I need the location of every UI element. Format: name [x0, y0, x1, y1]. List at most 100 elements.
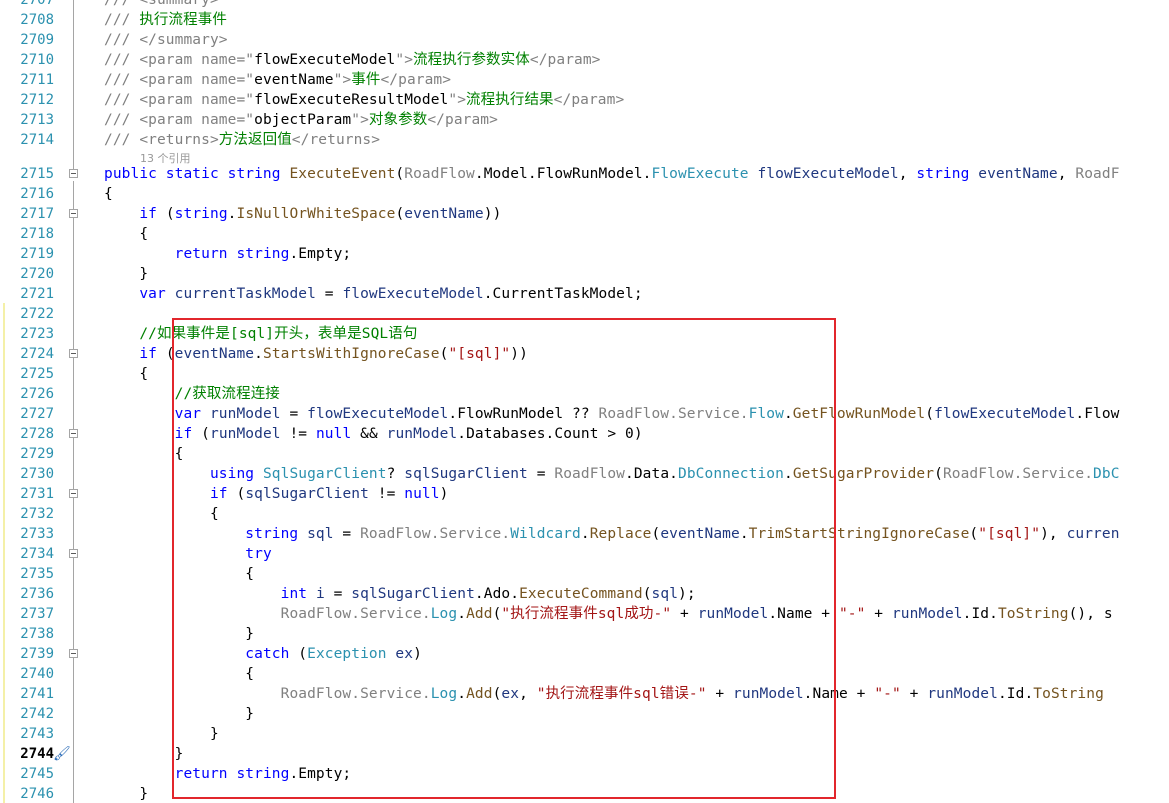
collapse-toggle-icon[interactable] — [69, 429, 78, 438]
code-line[interactable]: 2717 if (string.IsNullOrWhiteSpace(event… — [0, 204, 1169, 224]
code-line[interactable]: 2742 } — [0, 704, 1169, 724]
collapse-toggle-icon[interactable] — [69, 349, 78, 358]
code-text[interactable]: try — [104, 544, 272, 564]
code-text[interactable]: if (eventName.StartsWithIgnoreCase("[sql… — [104, 344, 528, 364]
code-text[interactable]: var runModel = flowExecuteModel.FlowRunM… — [104, 404, 1120, 424]
code-text[interactable]: } — [104, 724, 219, 744]
code-token: ? — [386, 466, 405, 482]
code-line[interactable]: 2735 { — [0, 564, 1169, 584]
code-line[interactable]: 2708 /// 执行流程事件 — [0, 10, 1169, 30]
code-text[interactable]: //如果事件是[sql]开头，表单是SQL语句 — [104, 324, 417, 344]
code-line[interactable]: 2728 if (runModel != null && runModel.Da… — [0, 424, 1169, 444]
code-line[interactable]: 2725 { — [0, 364, 1169, 384]
collapse-toggle-icon[interactable] — [69, 649, 78, 658]
code-token: ex — [395, 646, 414, 662]
code-text[interactable]: if (string.IsNullOrWhiteSpace(eventName)… — [104, 204, 501, 224]
code-text[interactable]: } — [104, 264, 148, 284]
code-line[interactable]: 2716 { — [0, 184, 1169, 204]
code-text[interactable]: /// <param name="eventName">事件</param> — [104, 70, 451, 90]
code-token: string — [916, 166, 979, 182]
code-text[interactable]: /// <param name="objectParam">对象参数</para… — [104, 110, 498, 130]
code-line[interactable]: 2729 { — [0, 444, 1169, 464]
code-line[interactable]: 2727 var runModel = flowExecuteModel.Flo… — [0, 404, 1169, 424]
code-text[interactable]: using SqlSugarClient? sqlSugarClient = R… — [104, 464, 1120, 484]
code-line[interactable]: 2746 } — [0, 784, 1169, 803]
code-line[interactable]: 2719 return string.Empty; — [0, 244, 1169, 264]
code-text[interactable]: { — [104, 664, 254, 684]
collapse-toggle-icon[interactable] — [69, 549, 78, 558]
code-line[interactable]: 2710 /// <param name="flowExecuteModel">流… — [0, 50, 1169, 70]
code-line[interactable]: 2714 /// <returns>方法返回值</returns> — [0, 130, 1169, 150]
code-line[interactable]: 2744 } — [0, 744, 1169, 764]
code-text[interactable]: if (runModel != null && runModel.Databas… — [104, 424, 643, 444]
code-line[interactable]: 2722 — [0, 304, 1169, 324]
code-text[interactable]: { — [104, 444, 184, 464]
code-line[interactable]: 2723 //如果事件是[sql]开头，表单是SQL语句 — [0, 324, 1169, 344]
quick-actions-icon[interactable]: 🖌 — [53, 746, 71, 762]
code-text[interactable]: { — [104, 224, 148, 244]
collapse-toggle-icon[interactable] — [69, 209, 78, 218]
code-line[interactable]: 2730 using SqlSugarClient? sqlSugarClien… — [0, 464, 1169, 484]
code-text[interactable]: /// </summary> — [104, 30, 228, 50]
code-line[interactable]: 2739 catch (Exception ex) — [0, 644, 1169, 664]
code-text[interactable]: /// <summary> — [104, 0, 219, 10]
code-text[interactable]: /// 执行流程事件 — [104, 10, 227, 30]
code-text[interactable]: public static string ExecuteEvent(RoadFl… — [104, 164, 1120, 184]
code-line[interactable]: 2737 RoadFlow.Service.Log.Add("执行流程事件sql… — [0, 604, 1169, 624]
code-text[interactable]: return string.Empty; — [104, 764, 352, 784]
collapse-toggle-icon[interactable] — [69, 169, 78, 178]
code-text[interactable]: { — [104, 504, 219, 524]
code-line[interactable]: 2731 if (sqlSugarClient != null) — [0, 484, 1169, 504]
code-token: DbC — [1093, 466, 1120, 482]
code-text[interactable]: { — [104, 564, 254, 584]
line-number: 2714 — [20, 132, 54, 148]
code-line[interactable]: 2743 } — [0, 724, 1169, 744]
code-line[interactable]: 2715 public static string ExecuteEvent(Ro… — [0, 164, 1169, 184]
code-text[interactable]: RoadFlow.Service.Log.Add("执行流程事件sql成功-" … — [104, 604, 1113, 624]
code-text[interactable]: string sql = RoadFlow.Service.Wildcard.R… — [104, 524, 1120, 544]
code-text[interactable]: } — [104, 744, 184, 764]
code-token: + — [706, 686, 734, 702]
code-line[interactable]: 2738 } — [0, 624, 1169, 644]
code-text[interactable]: if (sqlSugarClient != null) — [104, 484, 448, 504]
code-text[interactable]: /// <param name="flowExecuteResultModel"… — [104, 90, 624, 110]
code-line[interactable]: 2711 /// <param name="eventName">事件</para… — [0, 70, 1169, 90]
code-line[interactable]: 2718 { — [0, 224, 1169, 244]
code-text[interactable]: /// <param name="flowExecuteModel">流程执行参… — [104, 50, 601, 70]
code-text[interactable]: } — [104, 784, 148, 803]
code-line[interactable]: 2726 //获取流程连接 — [0, 384, 1169, 404]
code-text[interactable]: { — [104, 364, 148, 384]
code-token: ( — [925, 406, 935, 422]
code-text[interactable]: var currentTaskModel = flowExecuteModel.… — [104, 284, 643, 304]
codelens-references[interactable]: 13 个引用 — [140, 152, 191, 166]
code-line[interactable]: 2724 if (eventName.StartsWithIgnoreCase(… — [0, 344, 1169, 364]
code-token: flowExecuteModel — [307, 406, 449, 422]
code-text[interactable]: //获取流程连接 — [104, 384, 280, 404]
code-text[interactable]: return string.Empty; — [104, 244, 352, 264]
code-text[interactable]: catch (Exception ex) — [104, 644, 422, 664]
code-line[interactable]: 2734 try — [0, 544, 1169, 564]
code-line[interactable]: 2709 /// </summary> — [0, 30, 1169, 50]
code-line[interactable]: 2720 } — [0, 264, 1169, 284]
code-line[interactable]: 2741 RoadFlow.Service.Log.Add(ex, "执行流程事… — [0, 684, 1169, 704]
code-line[interactable]: 2707 /// <summary> — [0, 0, 1169, 10]
code-line[interactable]: 2732 { — [0, 504, 1169, 524]
collapse-toggle-icon[interactable] — [69, 489, 78, 498]
code-text[interactable]: { — [104, 184, 113, 204]
code-editor[interactable]: 2707 /// <summary> 2708 /// 执行流程事件 2709 /// <… — [0, 0, 1169, 803]
code-line[interactable]: 2745 return string.Empty; — [0, 764, 1169, 784]
code-text[interactable]: } — [104, 624, 254, 644]
code-line[interactable]: 2733 string sql = RoadFlow.Service.Wildc… — [0, 524, 1169, 544]
code-text[interactable]: RoadFlow.Service.Log.Add(ex, "执行流程事件sql错… — [104, 684, 1104, 704]
code-token: runModel — [733, 686, 804, 702]
code-text[interactable]: } — [104, 704, 254, 724]
code-token: </param> — [427, 112, 498, 128]
code-line[interactable]: 2740 { — [0, 664, 1169, 684]
code-line[interactable]: 2712 /// <param name="flowExecuteResultMo… — [0, 90, 1169, 110]
code-line[interactable]: 2721 var currentTaskModel = flowExecuteM… — [0, 284, 1169, 304]
code-text[interactable]: /// <returns>方法返回值</returns> — [104, 130, 380, 150]
code-line[interactable]: 2736 int i = sqlSugarClient.Ado.ExecuteC… — [0, 584, 1169, 604]
code-token: 对象参数 — [368, 112, 428, 128]
code-text[interactable]: int i = sqlSugarClient.Ado.ExecuteComman… — [104, 584, 696, 604]
code-line[interactable]: 2713 /// <param name="objectParam">对象参数</… — [0, 110, 1169, 130]
